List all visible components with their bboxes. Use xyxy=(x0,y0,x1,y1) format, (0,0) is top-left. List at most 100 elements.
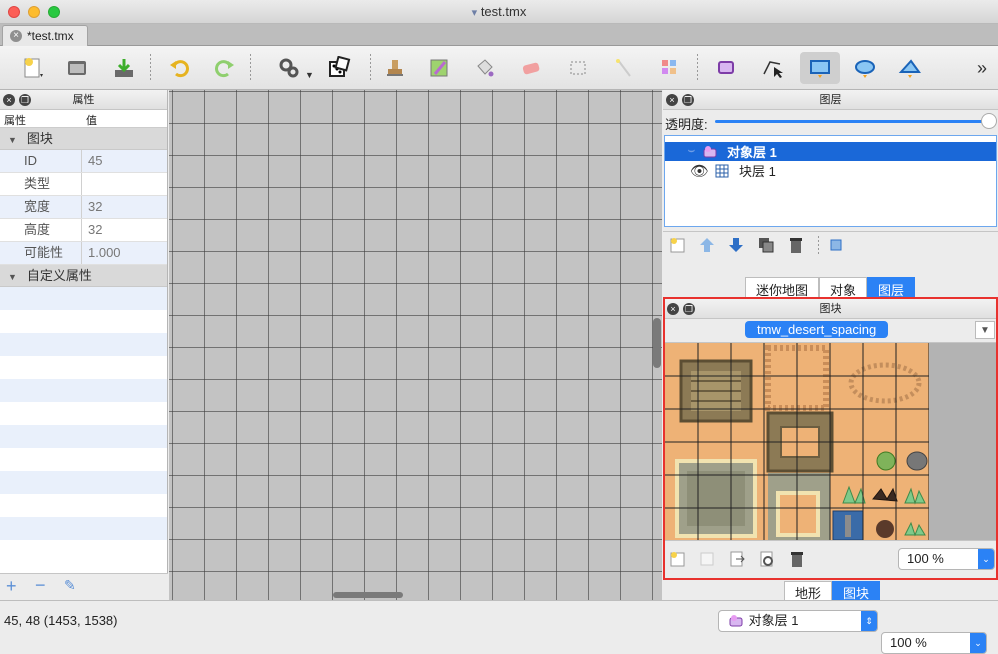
property-row[interactable]: 宽度 32 xyxy=(0,196,167,219)
group-tile[interactable]: ▼ 图块 xyxy=(0,128,167,150)
vertical-scrollbar[interactable] xyxy=(653,318,661,368)
empty-row xyxy=(0,494,167,517)
chevron-updown-icon[interactable]: ⇕ xyxy=(861,611,877,631)
layer-name: 对象层 1 xyxy=(727,145,777,160)
layers-panel: × ❐ 图层 透明度: ⌣ 对象层 1 👁 块层 1 迷你地图 对象 图层 xyxy=(663,90,998,302)
disclosure-triangle-icon[interactable]: ▼ xyxy=(8,129,17,151)
tab-label: *test.tmx xyxy=(27,29,74,43)
opacity-slider[interactable] xyxy=(715,120,987,123)
lower-layer-icon[interactable] xyxy=(727,236,745,257)
polygon-icon xyxy=(898,59,921,78)
layer-list: ⌣ 对象层 1 👁 块层 1 xyxy=(664,135,997,227)
horizontal-scrollbar[interactable] xyxy=(333,592,403,598)
embed-tileset-icon[interactable] xyxy=(698,550,716,571)
new-layer-icon[interactable] xyxy=(669,236,687,257)
rect-select-button[interactable] xyxy=(561,52,595,84)
toolbar-overflow-icon[interactable]: » xyxy=(977,58,987,79)
close-panel-icon[interactable]: × xyxy=(666,94,678,106)
eraser-icon xyxy=(522,62,540,75)
insert-polygon-button[interactable] xyxy=(893,52,927,84)
close-panel-icon[interactable]: × xyxy=(3,94,15,106)
download-save-icon xyxy=(115,59,133,77)
property-row[interactable]: 高度 32 xyxy=(0,219,167,242)
layer-item[interactable]: ⌣ 对象层 1 xyxy=(665,142,996,161)
undo-button[interactable] xyxy=(163,52,197,84)
stamp-brush-button[interactable] xyxy=(378,52,412,84)
property-row[interactable]: ID 45 xyxy=(0,150,167,173)
bucket-fill-button[interactable] xyxy=(467,52,501,84)
tileset-menu-icon[interactable]: ▼ xyxy=(975,321,995,339)
tileset-tab[interactable]: tmw_desert_spacing xyxy=(745,321,889,338)
layer-item[interactable]: 👁 块层 1 xyxy=(665,161,996,180)
add-property-icon[interactable]: + xyxy=(6,576,17,597)
delete-layer-icon[interactable] xyxy=(787,236,805,257)
tileset-image[interactable] xyxy=(665,343,929,540)
insert-tile-button[interactable] xyxy=(709,52,743,84)
chevron-down-icon[interactable]: ▼ xyxy=(305,70,314,80)
polygon-edit-icon xyxy=(763,61,783,78)
new-file-button[interactable] xyxy=(16,52,50,84)
command-button[interactable] xyxy=(272,52,306,84)
duplicate-layer-icon[interactable] xyxy=(757,236,775,257)
tileset-properties-icon[interactable] xyxy=(758,550,776,571)
tilesets-panel-header: × ❐ 图块 xyxy=(665,299,996,319)
close-panel-icon[interactable]: × xyxy=(667,303,679,315)
save-button[interactable] xyxy=(107,52,141,84)
opacity-label: 透明度: xyxy=(665,117,708,132)
terrain-brush-button[interactable] xyxy=(422,52,456,84)
float-panel-icon[interactable]: ❐ xyxy=(19,94,31,106)
document-tab[interactable]: × *test.tmx xyxy=(2,25,88,46)
property-row[interactable]: 类型 xyxy=(0,173,167,196)
tiles-select-icon xyxy=(662,60,676,74)
random-mode-button[interactable] xyxy=(322,52,356,84)
open-folder-icon xyxy=(68,61,86,75)
property-row[interactable]: 可能性 1.000 xyxy=(0,242,167,265)
redo-button[interactable] xyxy=(207,52,241,84)
close-tab-icon[interactable]: × xyxy=(10,30,22,42)
map-canvas[interactable] xyxy=(169,90,662,600)
tileset-tabbar: tmw_desert_spacing ▼ xyxy=(665,319,996,343)
eye-icon[interactable]: 👁 xyxy=(665,162,709,180)
group-custom-properties[interactable]: ▼ 自定义属性 xyxy=(0,265,167,287)
current-layer-select[interactable]: 对象层 1 ⇕ xyxy=(718,610,878,632)
status-bar: 45, 48 (1453, 1538) 对象层 1 ⇕ 100 % ⌄ xyxy=(0,600,998,654)
properties-panel-header: × ❐ 属性 xyxy=(0,90,167,110)
delete-tileset-icon[interactable] xyxy=(788,550,806,571)
eye-hidden-icon[interactable]: ⌣ xyxy=(665,145,695,158)
eraser-button[interactable] xyxy=(514,52,548,84)
tileset-view[interactable] xyxy=(665,343,996,540)
magic-wand-button[interactable] xyxy=(607,52,641,84)
window-title: ▾ test.tmx xyxy=(471,4,527,19)
disclosure-triangle-icon[interactable]: ▼ xyxy=(8,266,17,288)
chevron-down-icon[interactable]: ⌄ xyxy=(970,633,986,653)
rename-property-icon[interactable]: ✎ xyxy=(64,577,76,594)
redo-icon xyxy=(215,60,234,78)
layer-name: 块层 1 xyxy=(739,164,776,179)
gears-icon xyxy=(279,58,299,78)
tileset-zoom-select[interactable]: 100 % ⌄ xyxy=(898,548,995,570)
new-tileset-icon[interactable] xyxy=(669,550,687,571)
insert-rectangle-button[interactable] xyxy=(800,52,840,84)
opacity-row: 透明度: xyxy=(663,110,998,132)
select-same-tile-button[interactable] xyxy=(653,52,687,84)
raise-layer-icon[interactable] xyxy=(698,236,716,257)
insert-ellipse-button[interactable] xyxy=(848,52,882,84)
float-panel-icon[interactable]: ❐ xyxy=(682,94,694,106)
chevron-down-icon[interactable]: ⌄ xyxy=(978,549,994,569)
layers-panel-header: × ❐ 图层 xyxy=(663,90,998,110)
map-zoom-select[interactable]: 100 % ⌄ xyxy=(881,632,987,654)
main-toolbar: ▼ » xyxy=(0,46,998,90)
opacity-slider-handle[interactable] xyxy=(981,113,997,129)
open-file-button[interactable] xyxy=(60,52,94,84)
column-property[interactable]: 属性 xyxy=(0,110,82,127)
toolbar-separator xyxy=(370,54,371,82)
column-value[interactable]: 值 xyxy=(82,110,101,127)
tilesets-panel: × ❐ 图块 tmw_desert_spacing ▼ 100 % ⌄ xyxy=(663,297,998,580)
magic-wand-icon xyxy=(616,59,631,77)
remove-property-icon[interactable]: − xyxy=(35,575,46,596)
toggle-other-layers-icon[interactable] xyxy=(827,236,845,257)
float-panel-icon[interactable]: ❐ xyxy=(683,303,695,315)
edit-polygons-button[interactable] xyxy=(755,52,789,84)
rectangle-icon xyxy=(810,60,830,78)
export-tileset-icon[interactable] xyxy=(728,550,746,571)
